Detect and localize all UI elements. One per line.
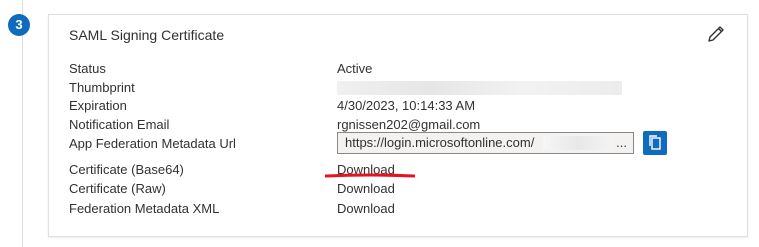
thumbprint-label: Thumbprint [69, 80, 135, 95]
expiration-row: Expiration 4/30/2023, 10:14:33 AM [69, 96, 729, 116]
saml-config-page: 3 SAML Signing Certificate Status Active… [0, 0, 759, 247]
expiration-label: Expiration [69, 98, 127, 113]
metadata-url-ellipsis: ... [614, 133, 627, 153]
cert-raw-download-link[interactable]: Download [337, 179, 395, 199]
metadata-url-field[interactable]: https://login.microsoftonline.com/ ... [337, 132, 634, 154]
cert-raw-row: Certificate (Raw) Download [69, 179, 729, 199]
notification-email-label: Notification Email [69, 117, 170, 132]
step-rail [22, 0, 23, 247]
copy-url-button[interactable] [643, 131, 667, 155]
card-title: SAML Signing Certificate [69, 27, 225, 43]
federation-xml-label: Federation Metadata XML [69, 201, 220, 216]
expiration-value: 4/30/2023, 10:14:33 AM [337, 98, 476, 113]
status-row: Status Active [69, 59, 729, 79]
metadata-url-redacted [543, 136, 613, 150]
copy-icon [649, 135, 661, 150]
thumbprint-row: Thumbprint [69, 78, 729, 98]
thumbprint-redacted-value [337, 81, 622, 95]
metadata-url-row: App Federation Metadata Url https://logi… [69, 131, 729, 155]
annotation-underline [325, 173, 415, 178]
cert-base64-label: Certificate (Base64) [69, 162, 184, 177]
status-value: Active [337, 61, 373, 76]
federation-xml-download-link[interactable]: Download [337, 199, 395, 219]
metadata-url-value: https://login.microsoftonline.com/ [345, 135, 535, 150]
saml-signing-certificate-card: SAML Signing Certificate Status Active T… [48, 14, 748, 237]
step-number-badge: 3 [8, 14, 30, 36]
federation-xml-row: Federation Metadata XML Download [69, 199, 729, 219]
metadata-url-label: App Federation Metadata Url [69, 136, 236, 151]
cert-raw-label: Certificate (Raw) [69, 181, 166, 196]
pencil-icon [708, 26, 724, 42]
status-label: Status [69, 61, 106, 76]
edit-button[interactable] [705, 23, 727, 45]
